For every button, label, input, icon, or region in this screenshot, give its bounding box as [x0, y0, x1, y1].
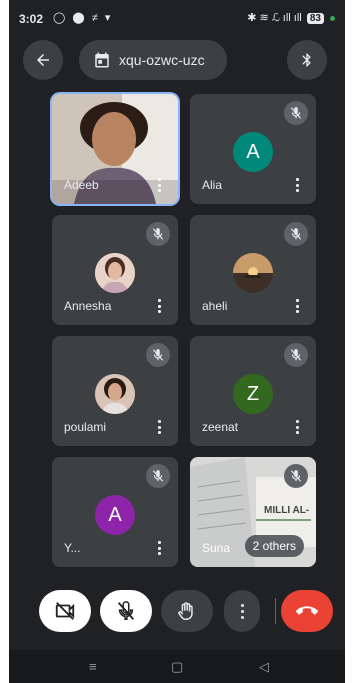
participant-avatar: A	[233, 132, 273, 172]
participant-avatar: Z	[233, 374, 273, 414]
recents-nav-icon[interactable]: ≡	[89, 659, 97, 674]
video-off-icon	[55, 602, 75, 620]
participant-name: zeenat	[202, 420, 239, 434]
calendar-icon	[95, 52, 109, 68]
mic-off-icon	[146, 343, 170, 367]
more-vert-icon	[240, 603, 244, 619]
audio-output-button[interactable]	[287, 40, 327, 80]
mic-off-icon	[284, 343, 308, 367]
participant-tile[interactable]: A Y...	[52, 457, 178, 567]
participant-tile[interactable]: aheli	[190, 215, 316, 325]
participant-tile[interactable]: A Alia	[190, 94, 316, 204]
back-button[interactable]	[23, 40, 63, 80]
participant-avatar	[95, 374, 135, 414]
divider	[275, 598, 276, 624]
privacy-dot-icon	[330, 15, 335, 21]
participant-avatar	[233, 253, 273, 293]
participant-name: Adeeb	[64, 178, 99, 192]
more-options-button[interactable]	[158, 420, 162, 434]
system-icons: ✱ ≋ ℒ ıll ıll 83	[247, 11, 335, 24]
meeting-info-button[interactable]: xqu-ozwc-uzc	[79, 40, 227, 80]
participant-tile[interactable]: MILLI AL- Suna 2 others	[190, 457, 316, 567]
end-call-icon	[296, 606, 318, 615]
more-options-button[interactable]	[224, 590, 260, 632]
more-options-button[interactable]	[296, 420, 300, 434]
participant-name: Annesha	[64, 299, 112, 313]
mic-off-icon	[284, 101, 308, 125]
participant-name: poulami	[64, 420, 107, 434]
notification-icons: ◯ ⬤ ≠ ▾	[53, 12, 113, 24]
end-call-button[interactable]	[281, 590, 333, 632]
status-time: 3:02	[19, 12, 44, 26]
call-controls	[9, 590, 345, 644]
more-options-button[interactable]	[158, 541, 162, 555]
participant-avatar: A	[95, 495, 135, 535]
back-nav-icon[interactable]: ◁	[259, 659, 269, 675]
meet-screen: 3:02 ◯ ⬤ ≠ ▾ ✱ ≋ ℒ ıll ıll 83 xqu-ozwc-u…	[9, 0, 345, 683]
mic-off-icon	[284, 222, 308, 246]
mic-off-icon	[146, 222, 170, 246]
participant-tile[interactable]: Annesha	[52, 215, 178, 325]
mic-toggle-button[interactable]	[100, 590, 152, 632]
camera-toggle-button[interactable]	[39, 590, 91, 632]
participant-tile[interactable]: poulami	[52, 336, 178, 446]
mic-off-icon	[146, 464, 170, 488]
participant-avatar	[95, 253, 135, 293]
status-bar: 3:02 ◯ ⬤ ≠ ▾ ✱ ≋ ℒ ıll ıll 83	[9, 0, 345, 36]
home-nav-icon[interactable]: ▢	[171, 659, 183, 675]
mic-off-icon	[117, 601, 135, 620]
participant-name: Y...	[64, 541, 81, 555]
bluetooth-icon	[302, 53, 311, 67]
meeting-code: xqu-ozwc-uzc	[119, 52, 205, 68]
arrow-left-icon	[37, 54, 49, 66]
sign-text: MILLI AL-	[264, 505, 309, 516]
raise-hand-button[interactable]	[161, 590, 213, 632]
system-nav-bar: ≡ ▢ ◁	[9, 650, 345, 683]
more-options-button[interactable]	[158, 178, 162, 192]
others-chip[interactable]: 2 others	[244, 535, 304, 557]
signal-icons: ✱ ≋ ℒ ıll ıll	[247, 12, 302, 24]
more-options-button[interactable]	[158, 299, 162, 313]
participant-name: aheli	[202, 299, 228, 313]
hand-icon	[178, 602, 193, 620]
battery-icon: 83	[306, 13, 324, 24]
participant-tile[interactable]: Z zeenat	[190, 336, 316, 446]
participant-name: Suna	[202, 541, 231, 555]
participant-name: Alia	[202, 178, 223, 192]
mic-off-icon	[284, 464, 308, 488]
participant-tile[interactable]: Adeeb	[52, 94, 178, 204]
meeting-top-bar: xqu-ozwc-uzc	[9, 40, 345, 84]
more-options-button[interactable]	[296, 178, 300, 192]
more-options-button[interactable]	[296, 299, 300, 313]
